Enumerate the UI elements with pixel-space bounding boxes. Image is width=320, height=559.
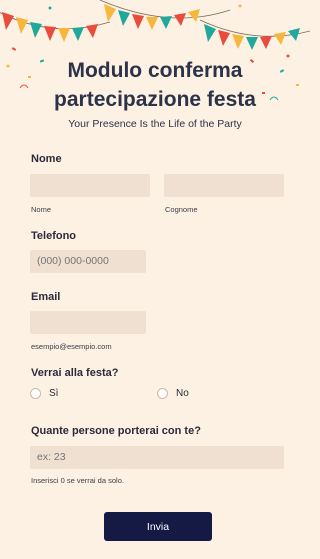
submit-button[interactable]: Invia [104,512,212,541]
last-name-input[interactable] [164,174,284,197]
phone-input[interactable] [30,250,146,273]
guests-count-input[interactable] [30,446,284,469]
radio-option-yes[interactable]: Sì [30,388,58,399]
radio-option-no[interactable]: No [157,388,189,399]
name-label: Nome [31,153,62,165]
radio-no-circle[interactable] [157,388,168,399]
form-header: Modulo conferma partecipazione festa You… [0,56,310,130]
guests-label: Quante persone porterai con te? [31,425,201,437]
phone-label: Telefono [31,230,77,242]
radio-no-label: No [176,388,189,399]
email-hint: esempio@esempio.com [31,342,112,351]
guests-hint: Inserisci 0 se verrai da solo. [31,476,124,485]
form-title: Modulo conferma partecipazione festa [54,59,256,111]
email-label: Email [31,291,61,303]
email-input[interactable] [30,311,146,334]
radio-yes-circle[interactable] [30,388,41,399]
last-name-sublabel: Cognome [165,205,198,214]
radio-yes-label: Sì [49,388,59,399]
first-name-sublabel: Nome [31,205,52,214]
form-subtitle: Your Presence Is the Life of the Party [68,118,242,130]
first-name-input[interactable] [30,174,150,197]
attendance-label: Verrai alla festa? [31,367,119,379]
